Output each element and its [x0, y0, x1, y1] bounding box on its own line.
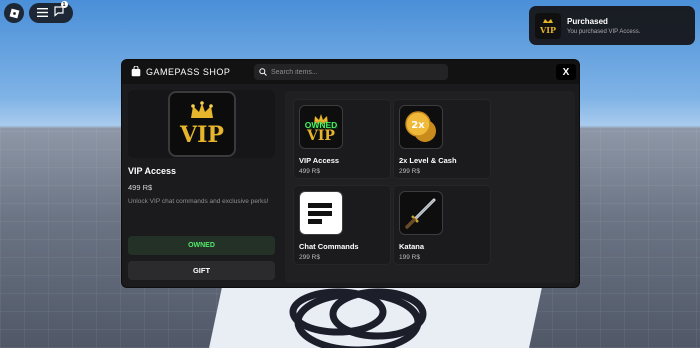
item-price: 199 R$ [399, 254, 420, 261]
vip-crown-icon: VIP [539, 18, 556, 35]
item-card-vip-access[interactable]: VIP OWNED VIP Access 499 R$ [293, 99, 391, 179]
item-card-katana[interactable]: Katana 199 R$ [393, 185, 491, 265]
roblox-menu-button[interactable] [4, 3, 24, 23]
toast-title: Purchased [567, 16, 608, 26]
svg-text:VIP: VIP [179, 122, 224, 148]
item-name: VIP Access [299, 156, 340, 165]
shopping-bag-icon [131, 66, 141, 77]
item-price: 499 R$ [299, 168, 320, 175]
item-price: 299 R$ [299, 254, 320, 261]
item-card-chat-commands[interactable]: Chat Commands 299 R$ [293, 185, 391, 265]
owned-button[interactable]: OWNED [128, 236, 275, 255]
item-name: Chat Commands [299, 242, 359, 251]
svg-text:VIP: VIP [539, 25, 556, 35]
search-input[interactable] [271, 68, 441, 76]
gamepass-shop-window: GAMEPASS SHOP X VIP VIP Access 499 R [121, 59, 580, 288]
selected-item-name: VIP Access [128, 166, 177, 176]
menu-chat-pill: 1 [29, 1, 73, 23]
item-name: 2x Level & Cash [399, 156, 457, 165]
toast-message: You purchased VIP Access. [567, 28, 641, 35]
selected-item-image: VIP [128, 90, 275, 158]
item-icon [399, 191, 443, 235]
search-box [254, 64, 448, 80]
roblox-logo-icon [9, 8, 19, 18]
svg-text:2x: 2x [411, 120, 425, 131]
katana-icon [405, 198, 436, 229]
shop-header: GAMEPASS SHOP X [122, 60, 579, 84]
shop-title: GAMEPASS SHOP [146, 67, 231, 77]
purchase-toast: VIP Purchased You purchased VIP Access. [529, 6, 695, 45]
item-icon [299, 191, 343, 235]
toast-vip-thumbnail: VIP [535, 12, 561, 39]
search-icon [259, 68, 267, 76]
svg-text:VIP: VIP [306, 128, 335, 144]
selected-item-description: Unlock VIP chat commands and exclusive p… [128, 198, 269, 205]
gift-button[interactable]: GIFT [128, 261, 275, 280]
chat-icon[interactable]: 1 [53, 1, 68, 22]
item-icon: VIP OWNED [299, 105, 343, 149]
close-button[interactable]: X [556, 64, 576, 80]
hamburger-menu-icon[interactable] [36, 4, 48, 22]
items-grid: VIP OWNED VIP Access 499 R$ 2x 2x Level … [285, 91, 575, 283]
chat-badge: 1 [60, 1, 68, 8]
owned-overlay: OWNED [304, 120, 338, 130]
item-name: Katana [399, 242, 425, 251]
item-icon: 2x [399, 105, 443, 149]
vip-crown-icon: VIP [179, 101, 224, 148]
item-details-panel: VIP VIP Access 499 R$ Unlock VIP chat co… [122, 84, 280, 287]
item-price: 299 R$ [399, 168, 420, 175]
rings-decoration [289, 288, 427, 348]
item-card-2x-level-cash[interactable]: 2x 2x Level & Cash 299 R$ [393, 99, 491, 179]
coins-2x-icon: 2x [405, 111, 436, 142]
chat-commands-icon [308, 203, 332, 224]
selected-item-price: 499 R$ [128, 183, 153, 192]
vip-image-frame: VIP [167, 91, 236, 157]
